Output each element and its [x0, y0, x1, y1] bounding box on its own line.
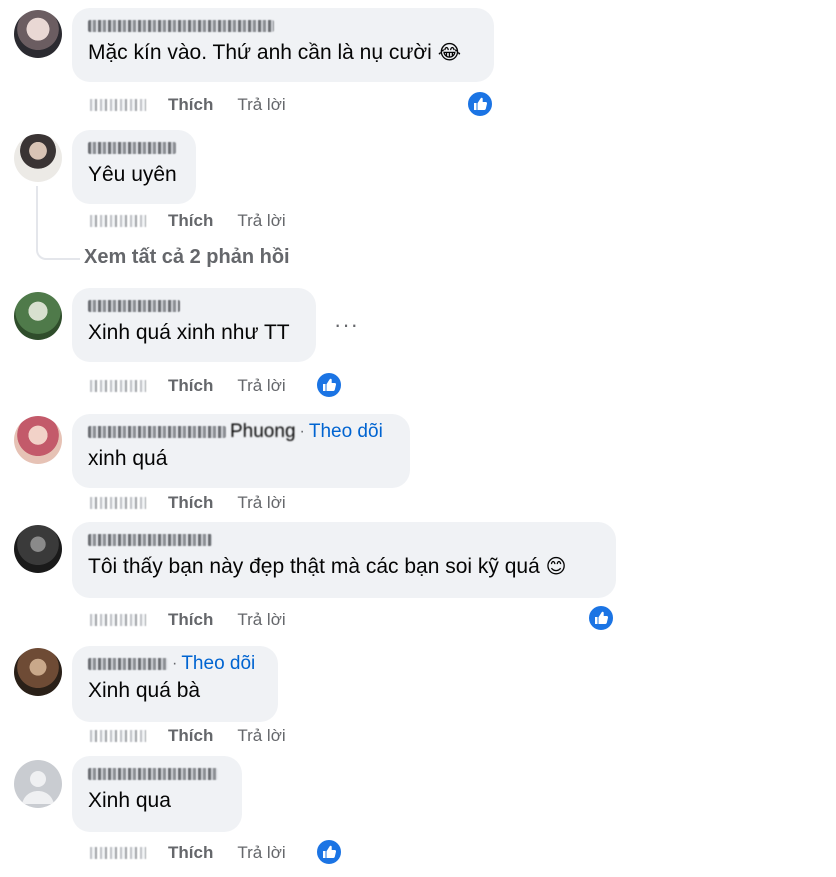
like-button[interactable]: Thích	[168, 211, 213, 231]
reply-button[interactable]: Trả lời	[237, 493, 285, 513]
like-button[interactable]: Thích	[168, 376, 213, 396]
comment-bubble: Yêu uyên	[72, 130, 196, 204]
avatar[interactable]	[14, 416, 62, 464]
reply-thread-line	[36, 186, 80, 260]
comment-actions: Thích Trả lời	[90, 93, 286, 117]
smiling-emoji-icon: 😊	[545, 556, 567, 578]
reply-button[interactable]: Trả lời	[237, 95, 285, 115]
timestamp[interactable]	[90, 380, 146, 392]
commenter-name[interactable]	[88, 762, 226, 786]
timestamp[interactable]	[90, 99, 146, 111]
avatar[interactable]	[14, 292, 62, 340]
comment-text: Xinh qua	[88, 789, 171, 812]
comment-text: xinh quá	[88, 447, 168, 470]
like-button[interactable]: Thích	[168, 610, 213, 630]
timestamp[interactable]	[90, 730, 146, 742]
thumbs-up-icon[interactable]	[466, 90, 494, 118]
commenter-name[interactable]: · Theo dõi	[88, 652, 262, 676]
comment-bubble: Tôi thấy bạn này đẹp thật mà các bạn soi…	[72, 522, 616, 598]
comment-bubble: Mặc kín vào. Thứ anh cần là nụ cười 😂	[72, 8, 494, 82]
avatar[interactable]	[14, 10, 62, 58]
like-button[interactable]: Thích	[168, 726, 213, 746]
commenter-name-text[interactable]: Phuong	[230, 421, 296, 443]
comment-actions: Thích Trả lời	[90, 491, 286, 515]
comment-bubble: · Theo dõi Xinh quá bà	[72, 646, 278, 722]
comment-text: Xinh quá bà	[88, 679, 201, 702]
more-options-icon[interactable]: ···	[334, 312, 359, 338]
comment-text: Mặc kín vào. Thứ anh cần là nụ cười	[88, 41, 432, 64]
reply-button[interactable]: Trả lời	[237, 376, 285, 396]
comment-bubble: Xinh quá xinh như TT	[72, 288, 316, 362]
commenter-name[interactable]	[88, 14, 478, 38]
comment-actions: Thích Trả lời	[90, 374, 286, 398]
timestamp[interactable]	[90, 614, 146, 626]
comment-actions: Thích Trả lời	[90, 841, 286, 865]
comment-actions: Thích Trả lời	[90, 724, 286, 748]
like-button[interactable]: Thích	[168, 95, 213, 115]
timestamp[interactable]	[90, 847, 146, 859]
reply-button[interactable]: Trả lời	[237, 610, 285, 630]
follow-button[interactable]: Theo dõi	[181, 653, 255, 675]
like-button[interactable]: Thích	[168, 843, 213, 863]
comment-actions: Thích Trả lời	[90, 209, 286, 233]
timestamp[interactable]	[90, 215, 146, 227]
like-button[interactable]: Thích	[168, 493, 213, 513]
commenter-name[interactable]: Phuong · Theo dõi	[88, 420, 394, 444]
comment-bubble: Phuong · Theo dõi xinh quá	[72, 414, 410, 488]
avatar[interactable]	[14, 134, 62, 182]
commenter-name[interactable]	[88, 294, 300, 318]
reply-button[interactable]: Trả lời	[237, 211, 285, 231]
comment-actions: Thích Trả lời	[90, 608, 286, 632]
avatar[interactable]	[14, 525, 62, 573]
reply-button[interactable]: Trả lời	[237, 843, 285, 863]
follow-button[interactable]: Theo dõi	[309, 421, 383, 443]
commenter-name[interactable]	[88, 528, 600, 552]
comment-text: Tôi thấy bạn này đẹp thật mà các bạn soi…	[88, 555, 540, 578]
timestamp[interactable]	[90, 497, 146, 509]
thumbs-up-icon[interactable]	[587, 604, 615, 632]
see-all-replies-link[interactable]: Xem tất cả 2 phản hồi	[84, 246, 290, 269]
laughing-emoji-icon: 😂	[437, 42, 462, 64]
comment-bubble: Xinh qua	[72, 756, 242, 832]
default-avatar-icon[interactable]	[14, 760, 62, 808]
thumbs-up-icon[interactable]	[315, 371, 343, 399]
avatar[interactable]	[14, 648, 62, 696]
reply-button[interactable]: Trả lời	[237, 726, 285, 746]
comment-text: Xinh quá xinh như TT	[88, 321, 290, 344]
thumbs-up-icon[interactable]	[315, 838, 343, 866]
comment-text: Yêu uyên	[88, 163, 177, 186]
commenter-name[interactable]	[88, 136, 180, 160]
